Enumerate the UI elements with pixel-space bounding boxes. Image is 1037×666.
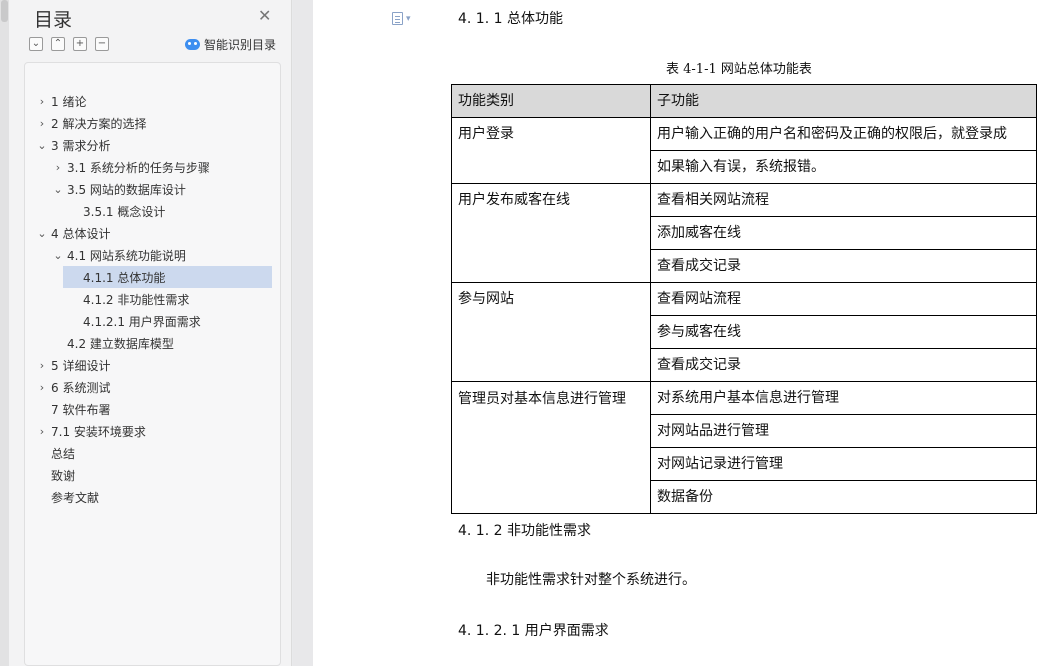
sub-function-cell[interactable]: 添加威客在线 bbox=[650, 216, 1037, 250]
toc-item[interactable]: 致谢 bbox=[51, 464, 75, 486]
toc-item-active[interactable]: 4.1.1 总体功能 bbox=[63, 266, 272, 288]
toc-item-label: 4.2 建立数据库模型 bbox=[67, 336, 174, 351]
toc-item-label: 参考文献 bbox=[51, 490, 100, 505]
close-icon[interactable]: ✕ bbox=[258, 6, 271, 25]
toc-item[interactable]: › 7.1 安装环境要求 bbox=[35, 420, 146, 442]
toc-item-label: 4.1.2.1 用户界面需求 bbox=[83, 314, 201, 329]
chevron-right-icon[interactable]: › bbox=[35, 117, 49, 130]
sub-function-cell[interactable]: 查看相关网站流程 bbox=[650, 183, 1037, 217]
toc-item-label: 4 总体设计 bbox=[51, 226, 111, 241]
sub-function-cell[interactable]: 用户输入正确的用户名和密码及正确的权限后，就登录成 bbox=[650, 117, 1037, 151]
chevron-down-icon[interactable]: ⌄ bbox=[51, 249, 65, 262]
toc-item-label: 2 解决方案的选择 bbox=[51, 116, 147, 131]
paragraph-menu-icon[interactable]: ▾ bbox=[392, 12, 411, 25]
chevron-down-icon[interactable]: ⌄ bbox=[51, 183, 65, 196]
toc-item-label: 总结 bbox=[51, 446, 76, 461]
chevron-down-icon[interactable]: ⌄ bbox=[35, 139, 49, 152]
toc-item[interactable]: 7 软件布署 bbox=[51, 398, 110, 420]
chevron-right-icon[interactable]: › bbox=[51, 161, 65, 174]
sub-function-cell[interactable]: 对网站品进行管理 bbox=[650, 414, 1037, 448]
chevron-down-icon[interactable]: ⌄ bbox=[35, 227, 49, 240]
sub-function-cell[interactable]: 查看成交记录 bbox=[650, 249, 1037, 283]
toc-item[interactable]: › 6 系统测试 bbox=[35, 376, 111, 398]
toc-scrollbar-thumb[interactable] bbox=[1, 0, 8, 22]
function-table: 功能类别 子功能 用户登录 用户输入正确的用户名和密码及正确的权限后，就登录成 … bbox=[451, 84, 1037, 514]
paragraph-4-1-2: 非功能性需求针对整个系统进行。 bbox=[486, 572, 696, 588]
sub-function-cell[interactable]: 查看成交记录 bbox=[650, 348, 1037, 382]
toc-item[interactable]: 总结 bbox=[51, 442, 75, 464]
smart-toc-icon bbox=[185, 39, 200, 50]
table-row: 管理员对基本信息进行管理 对系统用户基本信息进行管理 bbox=[451, 381, 1037, 514]
table-header-cell[interactable]: 功能类别 bbox=[451, 84, 651, 118]
toc-item[interactable]: 参考文献 bbox=[51, 486, 99, 508]
table-row: 参与网站 查看网站流程 bbox=[451, 282, 1037, 382]
toc-item-label: 致谢 bbox=[51, 468, 76, 483]
table-header-cell[interactable]: 子功能 bbox=[650, 84, 1037, 118]
expand-up-icon[interactable]: ⌃ bbox=[51, 37, 65, 51]
toc-item-label: 3.5.1 概念设计 bbox=[83, 204, 166, 219]
toc-item[interactable]: 4.1.2.1 用户界面需求 bbox=[83, 310, 201, 332]
document-icon bbox=[392, 12, 403, 25]
toc-item-label: 7.1 安装环境要求 bbox=[51, 424, 146, 439]
toc-item[interactable]: 4.1.2 非功能性需求 bbox=[83, 288, 189, 310]
toc-item-label: 3.5 网站的数据库设计 bbox=[67, 182, 186, 197]
smart-toc-button[interactable]: 智能识别目录 bbox=[185, 36, 276, 53]
chevron-right-icon[interactable]: › bbox=[35, 359, 49, 372]
toc-scrollbar[interactable] bbox=[0, 0, 9, 666]
toc-item[interactable]: ⌄ 4 总体设计 bbox=[35, 222, 110, 244]
toc-item-label: 3 需求分析 bbox=[51, 138, 111, 153]
toc-item-label: 4.1.2 非功能性需求 bbox=[83, 292, 190, 307]
remove-icon[interactable]: − bbox=[95, 37, 109, 51]
toc-item[interactable]: ⌄ 3.5 网站的数据库设计 bbox=[51, 178, 186, 200]
chevron-right-icon[interactable]: › bbox=[35, 381, 49, 394]
toc-item-label: 1 绪论 bbox=[51, 94, 87, 109]
table-row: 用户登录 用户输入正确的用户名和密码及正确的权限后，就登录成 bbox=[451, 117, 1037, 184]
toc-title: 目录 bbox=[34, 9, 73, 31]
chevron-right-icon[interactable]: › bbox=[35, 95, 49, 108]
toc-item-label: 6 系统测试 bbox=[51, 380, 111, 395]
toc-item[interactable]: › 1 绪论 bbox=[35, 90, 87, 112]
toc-item-label: 5 详细设计 bbox=[51, 358, 111, 373]
sub-function-cell[interactable]: 如果输入有误，系统报错。 bbox=[650, 150, 1037, 184]
sub-function-cell[interactable]: 数据备份 bbox=[650, 480, 1037, 514]
toc-item[interactable]: 4.2 建立数据库模型 bbox=[67, 332, 174, 354]
category-cell[interactable]: 用户登录 bbox=[451, 117, 651, 184]
sub-function-cell[interactable]: 对网站记录进行管理 bbox=[650, 447, 1037, 481]
heading-4-1-2: 4. 1. 2 非功能性需求 bbox=[458, 523, 591, 539]
heading-4-1-1: 4. 1. 1 总体功能 bbox=[458, 11, 563, 27]
table-row: 用户发布威客在线 查看相关网站流程 bbox=[451, 183, 1037, 283]
chevron-down-icon: ▾ bbox=[406, 13, 411, 24]
toc-item[interactable]: › 2 解决方案的选择 bbox=[35, 112, 147, 134]
sub-function-cell[interactable]: 查看网站流程 bbox=[650, 282, 1037, 316]
category-cell[interactable]: 参与网站 bbox=[451, 282, 651, 382]
toc-item-label: 4.1.1 总体功能 bbox=[83, 270, 166, 285]
toc-item-label: 4.1 网站系统功能说明 bbox=[67, 248, 186, 263]
table-header-row: 功能类别 子功能 bbox=[451, 84, 1037, 118]
table-caption: 表 4-1-1 网站总体功能表 bbox=[666, 62, 812, 77]
sub-function-cell[interactable]: 参与威客在线 bbox=[650, 315, 1037, 349]
add-icon[interactable]: + bbox=[73, 37, 87, 51]
toc-item-label: 7 软件布署 bbox=[51, 402, 111, 417]
chevron-right-icon[interactable]: › bbox=[35, 425, 49, 438]
category-cell[interactable]: 用户发布威客在线 bbox=[451, 183, 651, 283]
toc-item[interactable]: ⌄ 3 需求分析 bbox=[35, 134, 110, 156]
sub-function-cell[interactable]: 对系统用户基本信息进行管理 bbox=[650, 381, 1037, 415]
toc-item-label: 3.1 系统分析的任务与步骤 bbox=[67, 160, 210, 175]
toc-toolbar: ⌄ ⌃ + − bbox=[29, 37, 109, 51]
toc-item[interactable]: › 5 详细设计 bbox=[35, 354, 111, 376]
heading-4-1-2-1: 4. 1. 2. 1 用户界面需求 bbox=[458, 623, 609, 639]
toc-panel: 目录 ✕ ⌄ ⌃ + − 智能识别目录 › 1 绪论 › 2 解决方案的选择 ⌄ 3 … bbox=[0, 0, 292, 666]
toc-item[interactable]: 3.5.1 概念设计 bbox=[83, 200, 165, 222]
collapse-all-icon[interactable]: ⌄ bbox=[29, 37, 43, 51]
smart-toc-label: 智能识别目录 bbox=[204, 38, 277, 52]
toc-item[interactable]: › 3.1 系统分析的任务与步骤 bbox=[51, 156, 210, 178]
toc-item[interactable]: ⌄ 4.1 网站系统功能说明 bbox=[51, 244, 186, 266]
category-cell-text: 管理员对基本信息进行管理 bbox=[458, 391, 626, 407]
category-cell[interactable]: 管理员对基本信息进行管理 bbox=[451, 381, 651, 514]
